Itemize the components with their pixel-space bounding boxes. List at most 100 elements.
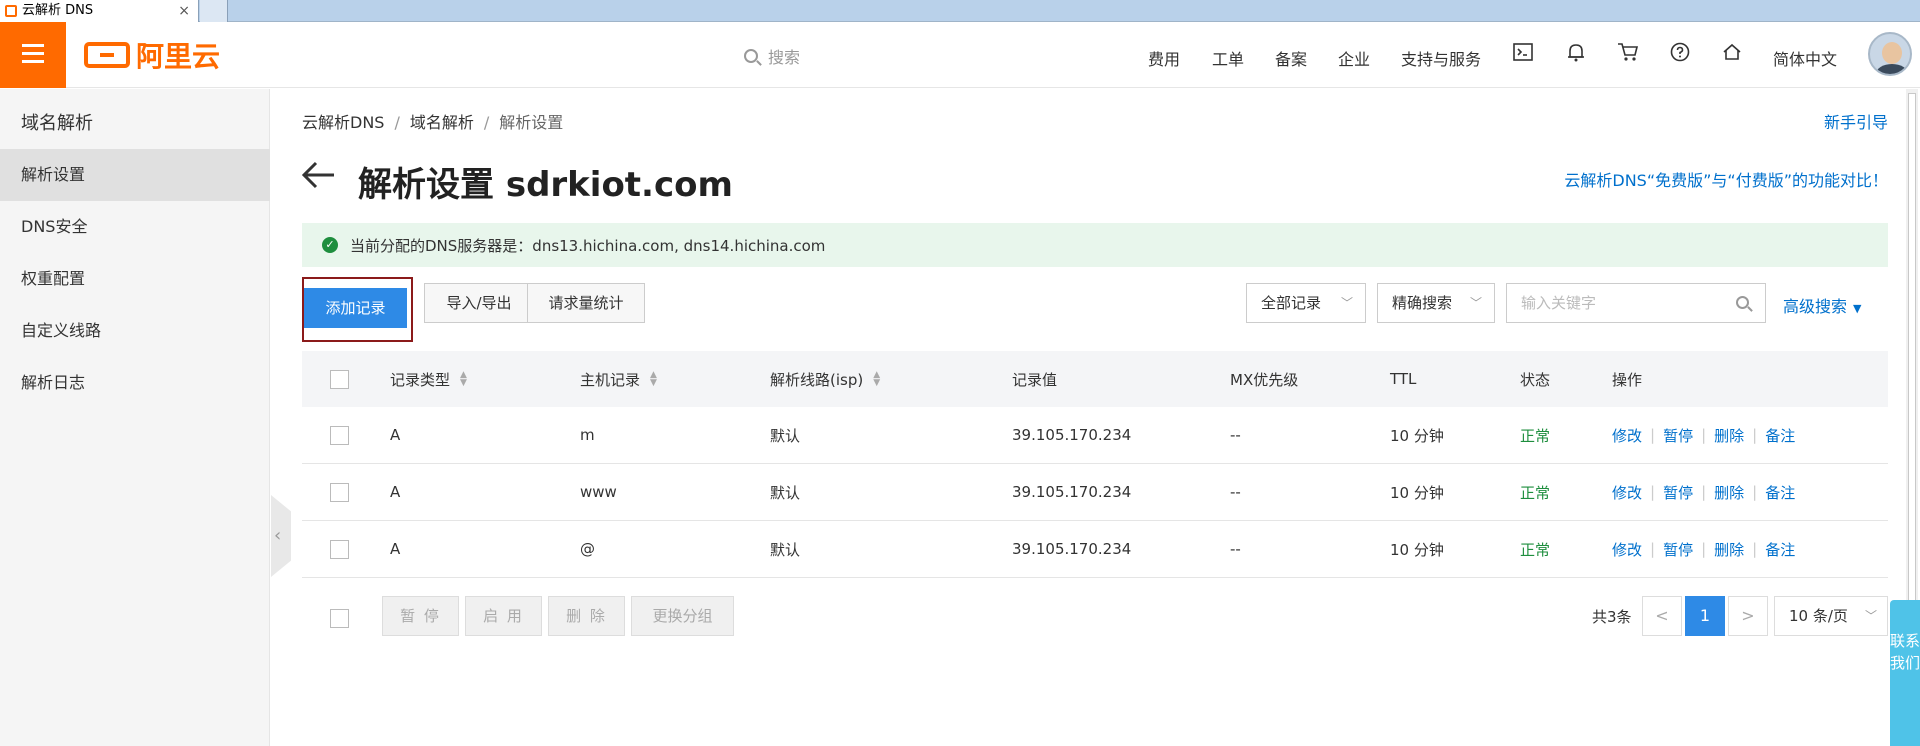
- search-mode-value: 精确搜索: [1392, 294, 1453, 312]
- user-avatar[interactable]: [1868, 32, 1912, 76]
- new-tab-button[interactable]: [200, 0, 228, 22]
- page-1-button[interactable]: 1: [1685, 596, 1725, 636]
- nav-support[interactable]: 支持与服务: [1401, 46, 1481, 70]
- breadcrumb-domain-resolution[interactable]: 域名解析: [410, 113, 474, 132]
- edit-link[interactable]: 修改: [1612, 482, 1642, 503]
- advanced-search-label: 高级搜索: [1783, 297, 1848, 316]
- nav-enterprise[interactable]: 企业: [1338, 46, 1370, 70]
- caret-down-icon: ▼: [1853, 302, 1862, 315]
- status-badge: 正常: [1520, 540, 1551, 559]
- record-toolbar: 添加记录 导入/导出 请求量统计 全部记录 ﹀ 精确搜索 ﹀ 输入关键字 高级搜…: [302, 277, 1888, 342]
- next-page-button[interactable]: >: [1728, 596, 1768, 636]
- cell-ttl: 10 分钟: [1390, 483, 1444, 502]
- nav-fees[interactable]: 费用: [1148, 46, 1180, 70]
- records-table: 记录类型 ▲ ▼ 主机记录 ▲ ▼ 解析线路(isp) ▲ ▼ 记录值 MX优先级 TTL …: [302, 351, 1888, 578]
- sidebar-item-resolution-settings[interactable]: 解析设置: [0, 149, 270, 201]
- sidebar-item-resolution-log[interactable]: 解析日志: [0, 357, 270, 409]
- language-switch[interactable]: 简体中文: [1773, 46, 1837, 70]
- sort-icon[interactable]: ▲ ▼: [650, 371, 657, 388]
- col-actions: 操作: [1612, 370, 1643, 389]
- col-host-record[interactable]: 主机记录 ▲ ▼: [580, 351, 657, 407]
- cell-type: A: [390, 483, 401, 501]
- sidebar-item-label: 解析设置: [21, 165, 86, 184]
- aliyun-logo[interactable]: 阿里云: [84, 38, 221, 73]
- cart-icon[interactable]: [1616, 42, 1640, 66]
- select-all-checkbox[interactable]: [330, 369, 349, 389]
- sidebar-item-dns-security[interactable]: DNS安全: [0, 201, 270, 253]
- change-group-button[interactable]: 更换分组: [631, 596, 734, 636]
- col-record-type[interactable]: 记录类型 ▲ ▼: [390, 351, 467, 407]
- sidebar-item-label: 自定义线路: [21, 321, 102, 340]
- col-resolution-line[interactable]: 解析线路(isp) ▲ ▼: [770, 351, 880, 407]
- sidebar-item-weight-config[interactable]: 权重配置: [0, 253, 270, 305]
- scrollbar-thumb[interactable]: [1908, 93, 1916, 613]
- delete-link[interactable]: 删除: [1714, 539, 1744, 560]
- breadcrumb-cloud-dns[interactable]: 云解析DNS: [302, 113, 384, 132]
- contact-us-float-button[interactable]: 联系我们: [1890, 600, 1920, 746]
- logo-text: 阿里云: [136, 40, 221, 73]
- sort-icon[interactable]: ▲ ▼: [460, 371, 467, 388]
- search-icon[interactable]: [1736, 296, 1749, 309]
- sidebar-item-custom-lines[interactable]: 自定义线路: [0, 305, 270, 357]
- close-tab-icon[interactable]: ×: [178, 0, 190, 22]
- pause-link[interactable]: 暂停: [1663, 425, 1693, 446]
- remark-link[interactable]: 备注: [1765, 482, 1795, 503]
- global-search[interactable]: 搜索: [744, 44, 800, 68]
- add-record-button[interactable]: 添加记录: [304, 288, 407, 328]
- help-icon[interactable]: [1668, 42, 1692, 66]
- footer-select-all-checkbox[interactable]: [330, 608, 349, 628]
- nav-icp-filing[interactable]: 备案: [1275, 46, 1307, 70]
- page-scrollbar[interactable]: [1906, 89, 1918, 689]
- nav-tickets[interactable]: 工单: [1212, 46, 1244, 70]
- sidebar-title: 域名解析: [21, 113, 93, 134]
- table-row: A @ 默认 39.105.170.234 -- 10 分钟 正常 修改 | 暂停 |…: [302, 521, 1888, 578]
- import-export-button[interactable]: 导入/导出: [424, 283, 534, 323]
- version-compare-link[interactable]: 云解析DNS“免费版”与“付费版”的功能对比！: [1564, 167, 1888, 191]
- chevron-down-icon: ﹀: [1864, 609, 1877, 623]
- delete-link[interactable]: 删除: [1714, 425, 1744, 446]
- pause-link[interactable]: 暂停: [1663, 482, 1693, 503]
- bulk-enable-button[interactable]: 启 用: [465, 596, 542, 636]
- back-arrow-icon[interactable]: [301, 159, 336, 199]
- terminal-icon[interactable]: [1511, 42, 1535, 66]
- cell-ttl: 10 分钟: [1390, 540, 1444, 559]
- home-icon[interactable]: [1720, 42, 1744, 66]
- sidebar-collapse-handle[interactable]: ‹: [271, 495, 291, 577]
- cell-type: A: [390, 540, 401, 558]
- cell-line: 默认: [770, 426, 801, 445]
- beginner-guide-link[interactable]: 新手引导: [1824, 109, 1888, 133]
- edit-link[interactable]: 修改: [1612, 425, 1642, 446]
- row-checkbox[interactable]: [330, 539, 349, 559]
- search-mode-select[interactable]: 精确搜索 ﹀: [1377, 283, 1495, 323]
- bell-icon[interactable]: [1564, 42, 1588, 66]
- keyword-input[interactable]: 输入关键字: [1506, 283, 1766, 323]
- remark-link[interactable]: 备注: [1765, 425, 1795, 446]
- cell-line: 默认: [770, 540, 801, 559]
- bulk-pause-button[interactable]: 暂 停: [382, 596, 459, 636]
- pause-link[interactable]: 暂停: [1663, 539, 1693, 560]
- cell-value: 39.105.170.234: [1012, 483, 1132, 501]
- page-size-select[interactable]: 10 条/页 ﹀: [1774, 596, 1888, 636]
- bulk-delete-button[interactable]: 删 除: [548, 596, 625, 636]
- advanced-search-toggle[interactable]: 高级搜索 ▼: [1783, 293, 1861, 317]
- cell-mx: --: [1230, 483, 1241, 501]
- page-size-value: 10 条/页: [1789, 607, 1848, 625]
- prev-page-button[interactable]: <: [1642, 596, 1682, 636]
- table-row: A www 默认 39.105.170.234 -- 10 分钟 正常 修改 | 暂…: [302, 464, 1888, 521]
- row-checkbox[interactable]: [330, 425, 349, 445]
- col-mx-priority: MX优先级: [1230, 370, 1299, 389]
- browser-tab[interactable]: 云解析 DNS ×: [0, 0, 199, 22]
- sort-icon[interactable]: ▲ ▼: [873, 371, 880, 388]
- status-badge: 正常: [1520, 483, 1551, 502]
- record-filter-select[interactable]: 全部记录 ﹀: [1246, 283, 1366, 323]
- request-stats-button[interactable]: 请求量统计: [527, 283, 645, 323]
- delete-link[interactable]: 删除: [1714, 482, 1744, 503]
- chevron-down-icon: ﹀: [1340, 296, 1353, 310]
- status-badge: 正常: [1520, 426, 1551, 445]
- table-header: 记录类型 ▲ ▼ 主机记录 ▲ ▼ 解析线路(isp) ▲ ▼ 记录值 MX优先级 TTL …: [302, 351, 1888, 407]
- menu-icon[interactable]: [0, 22, 66, 88]
- cell-mx: --: [1230, 540, 1241, 558]
- row-checkbox[interactable]: [330, 482, 349, 502]
- remark-link[interactable]: 备注: [1765, 539, 1795, 560]
- edit-link[interactable]: 修改: [1612, 539, 1642, 560]
